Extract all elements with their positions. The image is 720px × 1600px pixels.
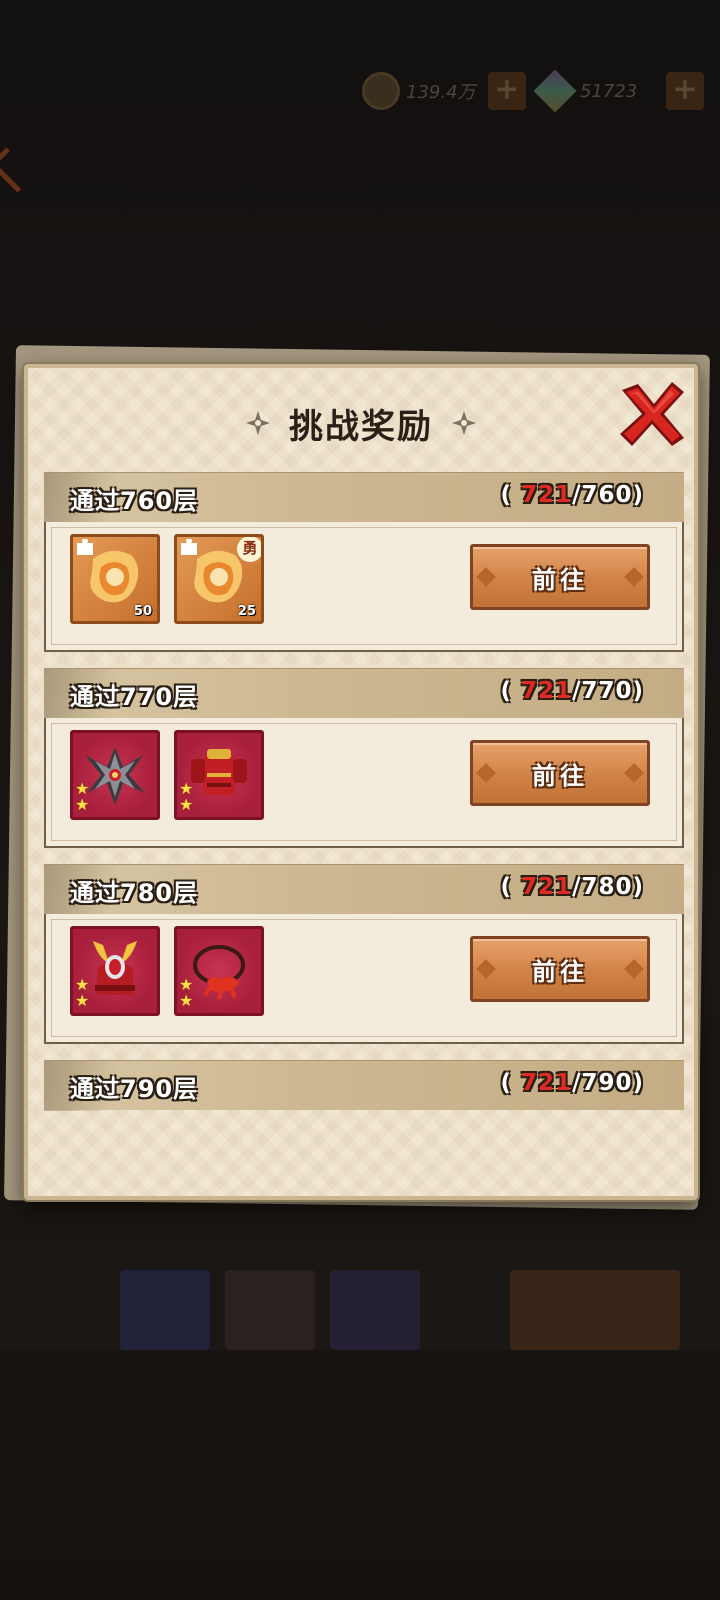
dialog-title: 挑战奖励	[289, 406, 433, 447]
star-icon: ★	[179, 795, 194, 814]
close-icon	[620, 382, 684, 446]
reward-progress: ( 721/760)	[500, 482, 644, 508]
background-card	[330, 1270, 420, 1350]
go-button[interactable]: 前往	[470, 936, 650, 1002]
go-button[interactable]: 前往	[470, 544, 650, 610]
hero-badge: 勇	[237, 537, 261, 562]
reward-entry-header: 通过770层 ( 721/770)	[44, 668, 684, 718]
coin-resource: 139.4万	[362, 66, 476, 116]
item-quantity: 25	[237, 604, 256, 619]
red-necklace-icon[interactable]: ★ ★	[174, 926, 264, 1016]
reward-entry: 通过760层 ( 721/760) 50 勇 25 前往	[44, 472, 684, 652]
red-shuriken-weapon-icon[interactable]: ★ ★	[70, 730, 160, 820]
go-button[interactable]: 前往	[470, 740, 650, 806]
coin-icon	[362, 72, 400, 110]
shuriken-icon	[451, 410, 477, 436]
challenge-rewards-dialog: 挑战奖励 通过760层 ( 721/760) 50 勇 25 前往 通过770层…	[24, 364, 698, 1200]
item-quantity: 50	[133, 604, 152, 619]
star-rating: ★ ★	[179, 977, 197, 1009]
reward-progress: ( 721/780)	[500, 874, 644, 900]
star-icon: ★	[75, 795, 90, 814]
dialog-header: 挑战奖励	[28, 398, 694, 448]
reward-floor-title: 通过790层	[70, 1075, 199, 1103]
fragment-icon	[77, 539, 93, 555]
reward-entry-header: 通过780层 ( 721/780)	[44, 864, 684, 914]
reward-progress: ( 721/790)	[500, 1070, 644, 1096]
reward-floor-title: 通过770层	[70, 683, 199, 711]
go-button-label: 前往	[532, 761, 588, 790]
reward-entry: 通过790层 ( 721/790)	[44, 1060, 684, 1110]
add-gem-button[interactable]: +	[666, 66, 704, 116]
gem-icon	[533, 69, 577, 113]
reward-floor-title: 通过780层	[70, 879, 199, 907]
reward-progress: ( 721/770)	[500, 678, 644, 704]
go-button-label: 前往	[532, 565, 588, 594]
star-rating: ★ ★	[179, 781, 197, 813]
fragment-icon	[181, 539, 197, 555]
shuriken-icon	[245, 410, 271, 436]
gem-value: 51723	[580, 80, 638, 102]
reward-entry: 通过780层 ( 721/780) ★ ★ ★ ★ 前往	[44, 864, 684, 1044]
plus-icon: +	[666, 72, 704, 110]
background-card	[510, 1270, 680, 1350]
reward-entry: 通过770层 ( 721/770) ★ ★ ★ ★ 前往	[44, 668, 684, 848]
back-arrow-icon	[0, 147, 35, 193]
reward-entry-body: ★ ★ ★ ★ 前往	[44, 718, 684, 848]
background-card	[120, 1270, 210, 1350]
red-helmet-icon[interactable]: ★ ★	[70, 926, 160, 1016]
reward-entry-header: 通过760层 ( 721/760)	[44, 472, 684, 522]
red-armor-icon[interactable]: ★ ★	[174, 730, 264, 820]
reward-list[interactable]: 通过760层 ( 721/760) 50 勇 25 前往 通过770层 (72…	[44, 472, 684, 1132]
background-card	[225, 1270, 315, 1350]
orange-shard-icon[interactable]: 50	[70, 534, 160, 624]
star-rating: ★ ★	[75, 977, 93, 1009]
add-coin-button[interactable]: +	[488, 66, 526, 116]
close-button[interactable]	[614, 376, 690, 452]
reward-entry-body: 50 勇 25 前往	[44, 522, 684, 652]
go-button-label: 前往	[532, 957, 588, 986]
plus-icon: +	[488, 72, 526, 110]
resource-bar: 139.4万 + 51723 +	[360, 66, 720, 116]
orange-shard-icon[interactable]: 勇 25	[174, 534, 264, 624]
star-icon: ★	[75, 991, 90, 1010]
coin-value: 139.4万	[406, 82, 476, 103]
reward-entry-header: 通过790层 ( 721/790)	[44, 1060, 684, 1110]
reward-floor-title: 通过760层	[70, 487, 199, 515]
star-icon: ★	[179, 991, 194, 1010]
reward-entry-body: ★ ★ ★ ★ 前往	[44, 914, 684, 1044]
gem-resource: 51723	[533, 66, 638, 116]
star-rating: ★ ★	[75, 781, 93, 813]
